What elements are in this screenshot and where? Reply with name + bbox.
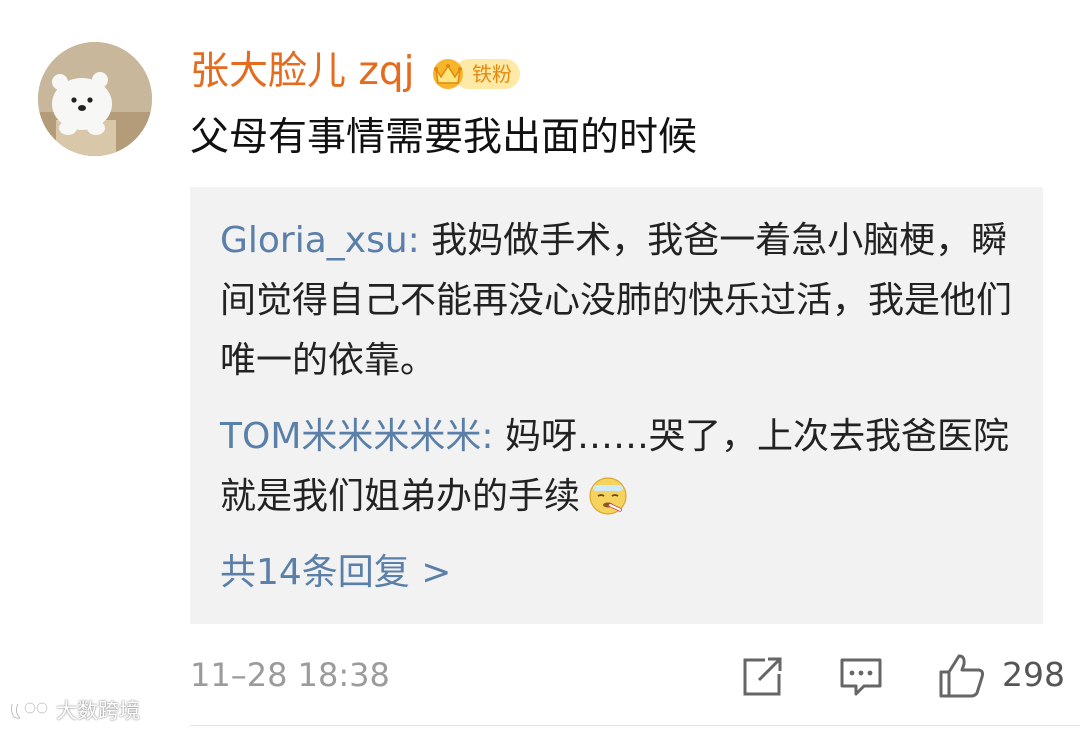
fan-badge-label: 铁粉 <box>472 62 512 86</box>
reply-item[interactable]: Gloria_xsu: 我妈做手术，我爸一着急小脑梗，瞬间觉得自己不能再没心没肺… <box>220 211 1020 391</box>
divider <box>190 725 1080 726</box>
repost-icon <box>743 657 782 696</box>
reply-author[interactable]: TOM米米米米米 <box>220 416 481 457</box>
comment-icon <box>840 658 882 696</box>
watermark-logo-icon <box>10 701 49 720</box>
avatar[interactable] <box>38 42 152 156</box>
reply-author[interactable]: Gloria_xsu <box>220 220 408 261</box>
more-replies-link[interactable]: 共14条回复 > <box>220 543 451 603</box>
polar-bear-avatar-icon <box>38 42 152 156</box>
reply-separator: : <box>407 220 432 261</box>
comment-button[interactable] <box>838 650 884 700</box>
username[interactable]: 张大脸儿 zqj <box>190 44 414 100</box>
replies-panel[interactable]: Gloria_xsu: 我妈做手术，我爸一着急小脑梗，瞬间觉得自己不能再没心没肺… <box>190 187 1043 624</box>
repost-button[interactable] <box>739 650 785 700</box>
watermark-text: 大数跨境 <box>56 699 140 723</box>
crown-icon <box>433 59 463 89</box>
sick-emoji-icon <box>589 477 627 515</box>
thumbs-up-icon <box>939 654 985 698</box>
like-button[interactable]: 298 <box>937 650 1077 700</box>
like-count: 298 <box>1002 655 1065 694</box>
comment-text: 父母有事情需要我出面的时候 <box>190 115 698 160</box>
reply-separator: : <box>481 416 505 457</box>
reply-item[interactable]: TOM米米米米米: 妈呀……哭了，上次去我爸医院就是我们姐弟办的手续 <box>220 407 1020 527</box>
fan-badge[interactable]: 铁粉 <box>428 55 520 91</box>
timestamp: 11–28 18:38 <box>190 656 390 694</box>
